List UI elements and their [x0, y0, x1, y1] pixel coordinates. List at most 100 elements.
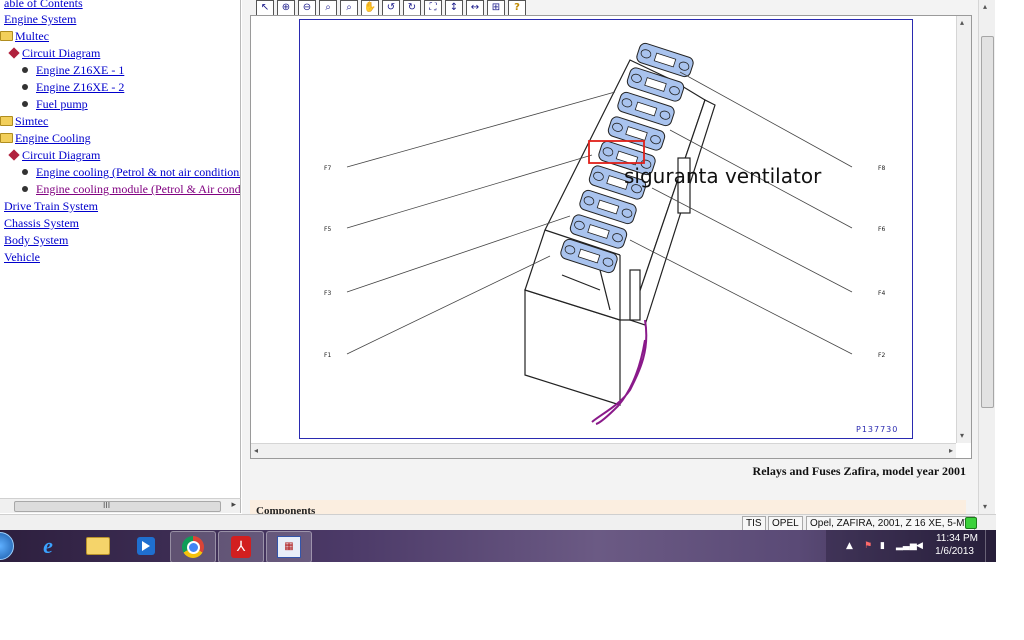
internet-explorer-icon[interactable]: e	[26, 531, 70, 561]
scroll-up-arrow-icon[interactable]: ▴	[960, 19, 964, 27]
tree-item-label: Simtec	[15, 114, 49, 128]
tree-item[interactable]: Chassis System	[4, 216, 79, 233]
zoom-window-icon[interactable]: ⌕	[340, 0, 358, 16]
show-hidden-icons-icon[interactable]: ▲	[846, 541, 853, 551]
drawing-horizontal-scrollbar[interactable]: ◂ ▸	[251, 443, 956, 458]
chrome-icon[interactable]	[170, 531, 216, 562]
tree-item[interactable]: Simtec	[0, 114, 48, 131]
tree-item[interactable]: Engine cooling (Petrol & not air conditi…	[22, 165, 241, 182]
fit-page-icon[interactable]: ⛶	[424, 0, 442, 16]
zoom-out-icon[interactable]: ⊖	[298, 0, 316, 16]
volume-icon[interactable]: ◀	[916, 541, 923, 551]
scroll-grip-icon: III	[103, 501, 111, 510]
fuse-box-diagram[interactable]: F7 F5 F3 F1 F8 F6 F4 F2 siguranta ventilator P1…	[299, 19, 913, 439]
zoom-icon[interactable]: ⌕	[319, 0, 337, 16]
fuse-box-drawing: F7 F5 F3 F1 F8 F6 F4 F2 siguranta ventilator P1…	[324, 42, 898, 434]
fuse-label-left: F5	[324, 226, 331, 233]
bullet-icon	[22, 186, 28, 192]
tree-item-label: Engine cooling (Petrol & not air conditi…	[36, 165, 241, 179]
drawing-caption: Relays and Fuses Zafira, model year 2001	[752, 464, 966, 478]
tree-item[interactable]: Drive Train System	[4, 199, 98, 216]
tree-item[interactable]: Engine System	[4, 12, 76, 29]
status-brand: OPEL	[768, 516, 803, 531]
tree-item[interactable]: Engine Z16XE - 1	[22, 63, 124, 80]
connection-status-icon	[965, 517, 977, 529]
media-player-icon[interactable]	[124, 531, 168, 561]
scroll-right-arrow-icon[interactable]: ▸	[231, 500, 236, 510]
tree-item[interactable]: Body System	[4, 233, 68, 250]
tree-item-label: Engine Z16XE - 2	[36, 80, 125, 94]
tree-item-label: Engine System	[4, 12, 77, 26]
tree-scroll-thumb[interactable]: III	[14, 501, 221, 512]
tree-item[interactable]: Circuit Diagram	[8, 46, 100, 63]
fuse-label-right: F2	[878, 352, 885, 359]
drawing-vertical-scrollbar[interactable]: ▴ ▾	[956, 16, 971, 443]
tree-item-label: Fuel pump	[36, 97, 88, 111]
fuse-label-left: F7	[324, 165, 331, 172]
clock-date[interactable]: 1/6/2013	[935, 546, 974, 557]
tree-item[interactable]: Circuit Diagram	[8, 148, 100, 165]
measure-icon[interactable]: ⊞	[487, 0, 505, 16]
tree-item-label: Vehicle	[4, 250, 40, 264]
tree-item-label: Drive Train System	[4, 199, 99, 213]
pan-hand-icon[interactable]: ✋	[361, 0, 379, 16]
scroll-down-arrow-icon[interactable]: ▾	[960, 432, 964, 440]
rotate-right-icon[interactable]: ↻	[403, 0, 421, 16]
tis-application-window: able of Contents Engine System Multec Circu…	[0, 0, 996, 562]
tree-item-label: Multec	[15, 29, 49, 43]
bullet-icon	[22, 169, 28, 175]
action-center-flag-icon[interactable]: ⚑	[864, 541, 872, 551]
scroll-right-arrow-icon[interactable]: ▸	[949, 447, 953, 455]
network-signal-icon[interactable]: ▂▃▅	[896, 541, 917, 551]
tree-item[interactable]: Engine cooling module (Petrol & Air cond	[22, 182, 241, 199]
components-heading: Components	[250, 500, 966, 514]
show-desktop-button[interactable]	[985, 530, 996, 562]
tree-item-label: Body System	[4, 233, 69, 247]
status-vehicle: Opel, ZAFIRA, 2001, Z 16 XE, 5-MT	[806, 516, 975, 531]
folder-icon	[0, 116, 13, 126]
status-app: TIS	[742, 516, 766, 531]
folder-icon	[0, 133, 13, 143]
scroll-up-arrow-icon[interactable]: ▴	[983, 3, 987, 11]
fuse-label-right: F4	[878, 290, 885, 297]
circuit-diagram-icon	[8, 47, 20, 59]
tree-item[interactable]: Fuel pump	[22, 97, 88, 114]
tree-item-label: Chassis System	[4, 216, 80, 230]
clock-time[interactable]: 11:34 PM	[936, 533, 978, 544]
fit-height-icon[interactable]: ↕	[445, 0, 463, 16]
bullet-icon	[22, 101, 28, 107]
bullet-icon	[22, 67, 28, 73]
zoom-in-icon[interactable]: ⊕	[277, 0, 295, 16]
tis-app-icon[interactable]: ▦	[266, 531, 312, 562]
table-of-contents-tree: able of Contents Engine System Multec Circu…	[0, 0, 241, 498]
fan-fuse-annotation: siguranta ventilator	[624, 164, 822, 188]
fuse-label-right: F8	[878, 165, 885, 172]
scroll-left-arrow-icon[interactable]: ◂	[254, 447, 258, 455]
main-vertical-scrollbar[interactable]: ▴ ▾	[978, 0, 995, 514]
drawing-viewport: F7 F5 F3 F1 F8 F6 F4 F2 siguranta ventilator P1…	[250, 15, 972, 459]
tree-item[interactable]: Vehicle	[4, 250, 40, 267]
power-icon[interactable]: ▮	[880, 541, 885, 551]
tree-horizontal-scrollbar[interactable]: III ▸	[0, 498, 241, 513]
diagram-toolbar: ↖ ⊕ ⊖ ⌕ ⌕ ✋ ↺ ↻ ⛶ ↕ ↔ ⊞?	[256, 0, 526, 16]
scroll-down-arrow-icon[interactable]: ▾	[983, 503, 987, 511]
folder-icon	[0, 31, 13, 41]
tree-item[interactable]: Engine Z16XE - 2	[22, 80, 124, 97]
diagram-pane: ↖ ⊕ ⊖ ⌕ ⌕ ✋ ↺ ↻ ⛶ ↕ ↔ ⊞? F7 F5 F3 F1 F8 …	[242, 0, 978, 514]
tree-item[interactable]: Multec	[0, 29, 49, 46]
tree-item[interactable]: Engine Cooling	[0, 131, 91, 148]
fuse-label-left: F1	[324, 352, 331, 359]
fit-width-icon[interactable]: ↔	[466, 0, 484, 16]
status-bar: TIS OPEL Opel, ZAFIRA, 2001, Z 16 XE, 5-…	[0, 514, 996, 531]
acrobat-reader-icon[interactable]: ⅄	[218, 531, 264, 562]
tree-item-label: Engine Z16XE - 1	[36, 63, 125, 77]
main-scroll-thumb[interactable]	[981, 36, 994, 408]
help-icon[interactable]: ?	[508, 0, 526, 16]
start-orb-icon[interactable]	[0, 531, 22, 561]
select-arrow-icon[interactable]: ↖	[256, 0, 274, 16]
rotate-left-icon[interactable]: ↺	[382, 0, 400, 16]
bullet-icon	[22, 84, 28, 90]
file-explorer-icon[interactable]	[76, 531, 120, 561]
tree-item-label: Engine cooling module (Petrol & Air cond	[36, 182, 241, 196]
drawing-code: P137730	[856, 425, 898, 434]
